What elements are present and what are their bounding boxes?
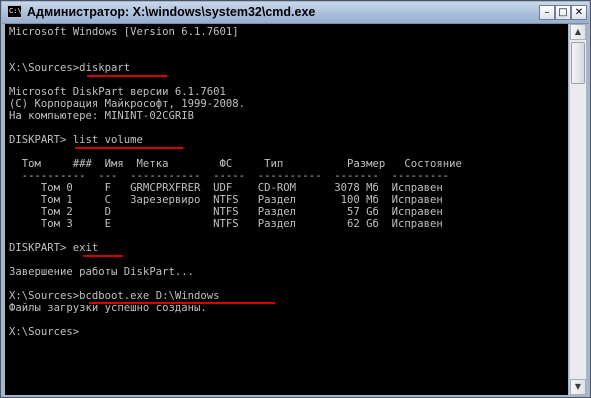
- list-volume-underline: [75, 147, 183, 149]
- diskpart-underline: [87, 75, 167, 77]
- volume-table-row: Том 2 D NTFS Раздел 57 Gб Исправен: [9, 206, 443, 218]
- cmd-window: C:\ Администратор: X:\windows\system32\c…: [0, 0, 591, 398]
- volume-table-header: Том ### Имя Метка ФС Тип Размер Состояни…: [9, 158, 462, 170]
- window-title: Администратор: X:\windows\system32\cmd.e…: [27, 5, 316, 19]
- console-line: Завершение работы DiskPart...: [9, 266, 194, 278]
- console-line: На компьютере: MININT-02CGRIB: [9, 110, 194, 122]
- console-line: Microsoft Windows [Version 6.1.7601]: [9, 26, 239, 38]
- volume-table-row: Том 3 E NTFS Раздел 62 Gб Исправен: [9, 218, 443, 230]
- console-output[interactable]: Microsoft Windows [Version 6.1.7601] X:\…: [5, 24, 568, 395]
- close-button[interactable]: ✕: [571, 5, 587, 20]
- console-line-diskpart-command: X:\Sources>diskpart: [9, 62, 131, 74]
- console-line-exit-command: DISKPART> exit: [9, 242, 99, 254]
- scroll-down-button[interactable]: ▼: [570, 379, 586, 395]
- maximize-button[interactable]: □: [555, 5, 571, 20]
- cmd-app-icon[interactable]: C:\: [7, 5, 22, 18]
- vertical-scrollbar[interactable]: ▲ ▼: [569, 24, 586, 395]
- console-line: (C) Корпорация Майкрософт, 1999-2008.: [9, 98, 245, 110]
- console-line: Microsoft DiskPart версии 6.1.7601: [9, 86, 226, 98]
- console-line-list-volume-command: DISKPART> list volume: [9, 134, 143, 146]
- minimize-button[interactable]: –: [539, 5, 555, 20]
- console-line-bcdboot-command: X:\Sources>bcdboot.exe D:\Windows: [9, 290, 220, 302]
- scroll-up-button[interactable]: ▲: [570, 24, 586, 40]
- exit-underline: [83, 255, 123, 257]
- title-bar[interactable]: C:\ Администратор: X:\windows\system32\c…: [2, 2, 589, 24]
- scrollbar-thumb[interactable]: [571, 42, 585, 84]
- volume-table-separator: ---------- --- ----------- ----- -------…: [9, 170, 450, 182]
- volume-table-row: Том 1 C Зарезервиро NTFS Раздел 100 Мб И…: [9, 194, 443, 206]
- volume-table-row: Том 0 F GRMCPRXFRER UDF CD-ROM 3078 Мб И…: [9, 182, 443, 194]
- console-prompt: X:\Sources>: [9, 326, 80, 338]
- bcdboot-underline: [89, 302, 275, 304]
